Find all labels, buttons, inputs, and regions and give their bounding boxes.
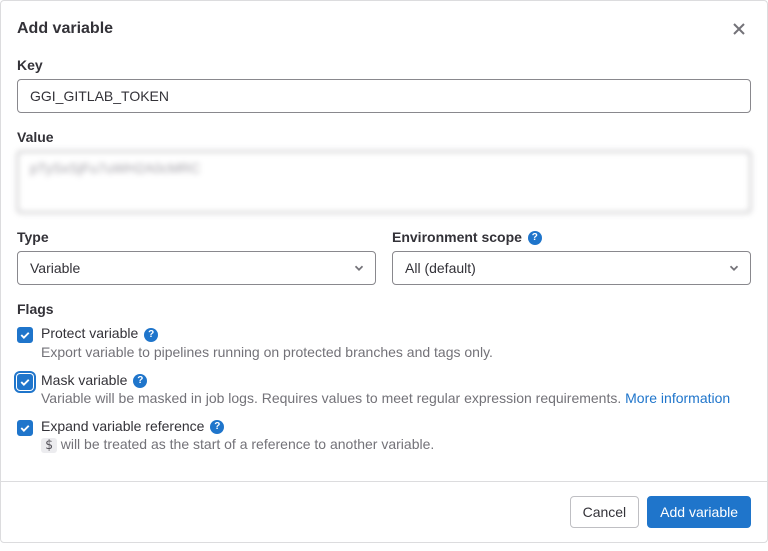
- type-select[interactable]: Variable: [17, 251, 376, 285]
- scope-select-wrap: All (default): [392, 251, 751, 285]
- flag-expand: Expand variable reference ? $ will be tr…: [17, 418, 751, 453]
- close-button[interactable]: [727, 17, 751, 41]
- key-group: Key: [17, 57, 751, 113]
- scope-select[interactable]: All (default): [392, 251, 751, 285]
- type-label: Type: [17, 229, 376, 245]
- value-label: Value: [17, 129, 751, 145]
- type-scope-row: Type Variable Environment scope ? All (d…: [17, 229, 751, 285]
- dollar-code: $: [41, 438, 57, 453]
- protect-label-text: Protect variable: [41, 325, 138, 341]
- value-group: Value pTySxSjFu7uWH2A0cMRC: [17, 129, 751, 213]
- expand-checkbox[interactable]: [17, 420, 33, 436]
- help-icon[interactable]: ?: [144, 328, 158, 342]
- modal-footer: Cancel Add variable: [1, 481, 767, 542]
- cancel-button[interactable]: Cancel: [570, 496, 640, 528]
- protect-checkbox[interactable]: [17, 327, 33, 343]
- mask-label[interactable]: Mask variable ?: [41, 372, 147, 388]
- scope-label-text: Environment scope: [392, 229, 522, 245]
- mask-desc: Variable will be masked in job logs. Req…: [41, 390, 751, 406]
- flag-protect: Protect variable ? Export variable to pi…: [17, 325, 751, 359]
- type-select-wrap: Variable: [17, 251, 376, 285]
- add-variable-modal: Add variable Key Value pTySxSjFu7uWH2A0c…: [0, 0, 768, 543]
- expand-desc: $ will be treated as the start of a refe…: [41, 436, 751, 453]
- flag-protect-content: Protect variable ? Export variable to pi…: [41, 325, 751, 359]
- close-icon: [731, 21, 747, 37]
- protect-desc: Export variable to pipelines running on …: [41, 344, 751, 360]
- mask-more-info-link[interactable]: More information: [625, 390, 730, 406]
- expand-desc-text: will be treated as the start of a refere…: [57, 436, 434, 452]
- modal-title: Add variable: [17, 20, 113, 38]
- scope-label: Environment scope ?: [392, 229, 751, 245]
- modal-header: Add variable: [17, 17, 751, 41]
- mask-label-text: Mask variable: [41, 372, 127, 388]
- flags-title: Flags: [17, 301, 751, 317]
- expand-label-text: Expand variable reference: [41, 418, 204, 434]
- key-input[interactable]: [17, 79, 751, 113]
- submit-button[interactable]: Add variable: [647, 496, 751, 528]
- type-group: Type Variable: [17, 229, 376, 285]
- protect-label[interactable]: Protect variable ?: [41, 325, 158, 341]
- flag-mask-content: Mask variable ? Variable will be masked …: [41, 372, 751, 406]
- help-icon[interactable]: ?: [528, 231, 542, 245]
- value-input[interactable]: pTySxSjFu7uWH2A0cMRC: [17, 151, 751, 213]
- flag-mask: Mask variable ? Variable will be masked …: [17, 372, 751, 406]
- help-icon[interactable]: ?: [210, 420, 224, 434]
- mask-desc-text: Variable will be masked in job logs. Req…: [41, 390, 621, 406]
- help-icon[interactable]: ?: [133, 374, 147, 388]
- flags-section: Flags Protect variable ? Export variable…: [17, 301, 751, 453]
- modal-body: Add variable Key Value pTySxSjFu7uWH2A0c…: [1, 1, 767, 481]
- mask-checkbox[interactable]: [17, 374, 33, 390]
- flag-expand-content: Expand variable reference ? $ will be tr…: [41, 418, 751, 453]
- key-label: Key: [17, 57, 751, 73]
- expand-label[interactable]: Expand variable reference ?: [41, 418, 224, 434]
- scope-group: Environment scope ? All (default): [392, 229, 751, 285]
